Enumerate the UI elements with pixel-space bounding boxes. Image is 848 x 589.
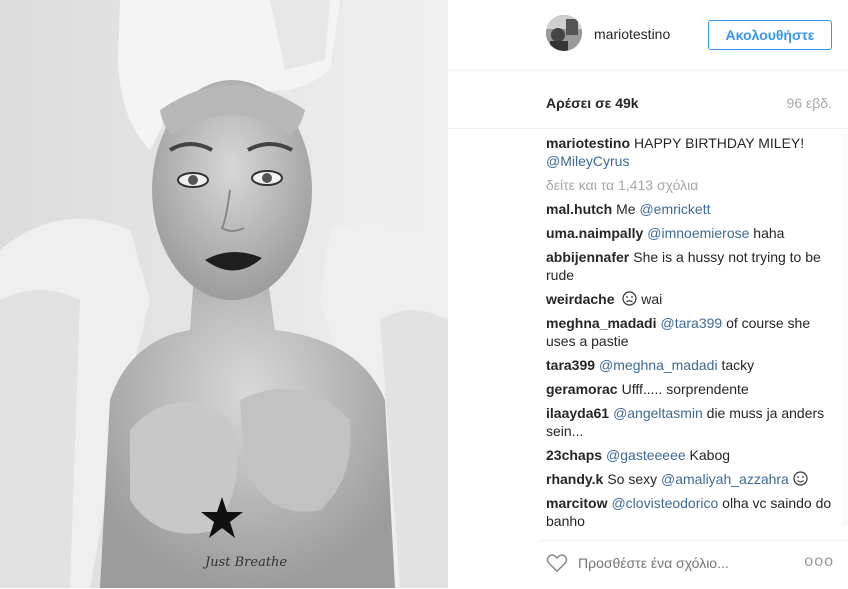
follow-button[interactable]: Ακολουθήστε — [708, 20, 832, 50]
post-photo[interactable]: Just Breathe — [0, 0, 448, 588]
comment-item: marcitow @clovisteodorico olha vc saindo … — [546, 494, 836, 526]
comment-item: uma.naimpally @imnoemierose haha — [546, 224, 836, 242]
comment-mention[interactable]: @amaliyah_azzahra — [661, 471, 789, 487]
caption: mariotestino HAPPY BIRTHDAY MILEY! @Miley… — [546, 134, 836, 170]
comment-item: meghna_madadi @tara399 of course she uses… — [546, 314, 836, 350]
avatar-image — [546, 15, 582, 51]
comment-username[interactable]: abbijennafer — [546, 249, 629, 265]
comment-text: Kabog — [689, 447, 731, 463]
comment-username[interactable]: rhandy.k — [546, 471, 603, 487]
comments-scrollbar[interactable] — [842, 134, 848, 526]
smile-face-icon — [793, 471, 808, 486]
comment-item: abbijennafer She is a hussy not trying to… — [546, 248, 836, 284]
comment-mention[interactable]: @tara399 — [660, 315, 722, 331]
comment-username[interactable]: meghna_madadi — [546, 315, 656, 331]
post-time[interactable]: 96 εβδ. — [787, 95, 832, 111]
post-stats: Αρέσει σε 49k 96 εβδ. — [448, 70, 848, 129]
view-all-comments-link[interactable]: δείτε και τα 1,413 σχόλια — [546, 176, 836, 194]
comment-text: haha — [753, 225, 785, 241]
comment-item: weirdache wai — [546, 290, 836, 308]
likes-count[interactable]: Αρέσει σε 49k — [546, 95, 639, 111]
comment-username[interactable]: 23chaps — [546, 447, 602, 463]
comment-username[interactable]: mal.hutch — [546, 201, 612, 217]
more-options-icon[interactable]: ooo — [804, 553, 834, 571]
post-header: mariotestino Ακολουθήστε — [448, 0, 848, 71]
comment-username[interactable]: geramorac — [546, 381, 618, 397]
comment-item: tara399 @meghna_madadi tacky — [546, 356, 836, 374]
comment-username[interactable]: uma.naimpally — [546, 225, 643, 241]
avatar[interactable] — [546, 15, 582, 51]
comment-text: tacky — [721, 357, 755, 373]
comments-list: mariotestino HAPPY BIRTHDAY MILEY! @Miley… — [546, 134, 836, 526]
photo-image — [0, 0, 448, 588]
comment-item: rhandy.k So sexy @amaliyah_azzahra — [546, 470, 836, 488]
caption-text: HAPPY BIRTHDAY MILEY! — [634, 135, 805, 151]
comment-mention[interactable]: @gasteeeee — [606, 447, 686, 463]
comment-item: mal.hutch Me @emrickett — [546, 200, 836, 218]
caption-username[interactable]: mariotestino — [546, 135, 630, 151]
comment-mention[interactable]: @meghna_madadi — [599, 357, 718, 373]
comment-footer: ooo — [538, 540, 848, 589]
comment-mention[interactable]: @emrickett — [639, 201, 710, 217]
comment-text: wai — [641, 291, 663, 307]
comment-mention[interactable]: @angeltasmin — [613, 405, 703, 421]
comment-item: geramorac Ufff..... sorprendente — [546, 380, 836, 398]
tattoo-text: Just Breathe — [205, 555, 288, 570]
comment-text: Ufff..... sorprendente — [621, 381, 749, 397]
comment-text: So sexy — [607, 471, 658, 487]
post-username[interactable]: mariotestino — [594, 26, 670, 42]
comment-username[interactable]: ilaayda61 — [546, 405, 609, 421]
heart-icon[interactable] — [546, 553, 568, 573]
comment-username[interactable]: tara399 — [546, 357, 595, 373]
comment-item: 23chaps @gasteeeee Kabog — [546, 446, 836, 464]
comment-item: ilaayda61 @angeltasmin die muss ja anders… — [546, 404, 836, 440]
comment-text: Me — [616, 201, 636, 217]
comment-username[interactable]: marcitow — [546, 495, 607, 511]
add-comment-input[interactable] — [578, 555, 788, 571]
comment-mention[interactable]: @clovisteodorico — [611, 495, 718, 511]
comment-mention[interactable]: @imnoemierose — [647, 225, 749, 241]
sad-face-icon — [622, 291, 637, 306]
caption-mention[interactable]: @MileyCyrus — [546, 153, 629, 169]
comment-username[interactable]: weirdache — [546, 291, 614, 307]
